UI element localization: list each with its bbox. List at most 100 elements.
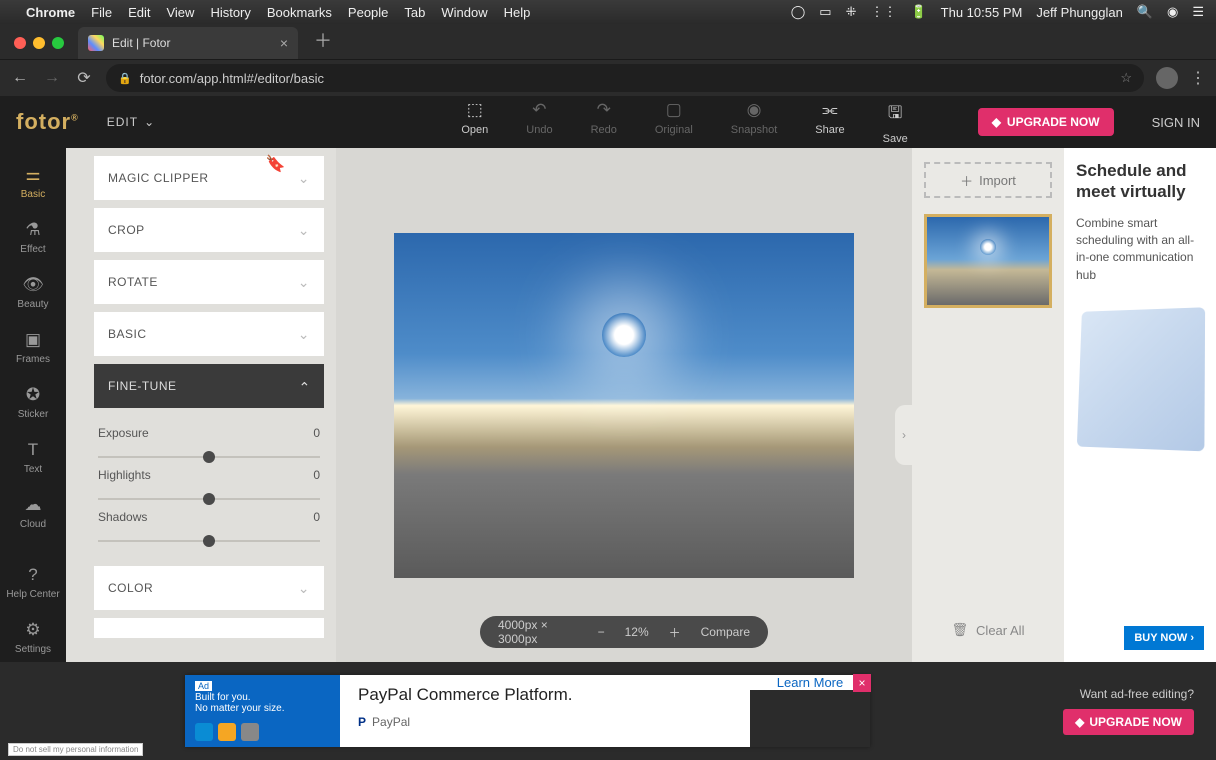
url-text: fotor.com/app.html#/editor/basic bbox=[140, 71, 324, 86]
slider-exposure[interactable] bbox=[98, 456, 320, 458]
expand-right-handle[interactable]: › bbox=[895, 405, 913, 465]
accordion-fine-tune[interactable]: FINE-TUNE⌄ bbox=[94, 364, 324, 408]
menu-bookmarks[interactable]: Bookmarks bbox=[267, 5, 332, 20]
accordion-basic[interactable]: BASIC⌄ bbox=[94, 312, 324, 356]
flask-icon: ⚗ bbox=[25, 220, 40, 240]
bookmark-icon[interactable]: ☆ bbox=[1120, 70, 1132, 86]
snapshot-icon: ◉ bbox=[747, 100, 762, 120]
slider-highlights[interactable] bbox=[98, 498, 320, 500]
eye-icon: 👁 bbox=[22, 275, 44, 295]
menu-window[interactable]: Window bbox=[441, 5, 487, 20]
adfree-question: Want ad-free editing? bbox=[1063, 687, 1194, 701]
siri-icon[interactable]: ◉ bbox=[1167, 4, 1178, 20]
rail-cloud[interactable]: ☁Cloud bbox=[0, 488, 66, 537]
do-not-sell-link[interactable]: Do not sell my personal information bbox=[8, 743, 143, 756]
footer-upgrade-button[interactable]: ◆UPGRADE NOW bbox=[1063, 709, 1194, 735]
clock[interactable]: Thu 10:55 PM bbox=[941, 5, 1023, 20]
menu-people[interactable]: People bbox=[348, 5, 388, 20]
original-button[interactable]: ▢Original bbox=[655, 100, 693, 145]
zoom-in-button[interactable]: ＋ bbox=[669, 624, 681, 641]
image-thumbnail[interactable] bbox=[924, 214, 1052, 308]
user-name[interactable]: Jeff Phungglan bbox=[1036, 5, 1123, 20]
close-window-button[interactable] bbox=[14, 37, 26, 49]
accordion-next[interactable] bbox=[94, 618, 324, 638]
open-button[interactable]: ⬚Open bbox=[461, 100, 488, 145]
rail-basic[interactable]: ⚌Basic bbox=[0, 158, 66, 207]
undo-button[interactable]: ↶Undo bbox=[526, 100, 552, 145]
fotor-logo[interactable]: fotor® bbox=[16, 109, 79, 135]
accordion-rotate[interactable]: ROTATE⌄ bbox=[94, 260, 324, 304]
profile-avatar[interactable] bbox=[1156, 67, 1178, 89]
menu-tab[interactable]: Tab bbox=[404, 5, 425, 20]
snapshot-button[interactable]: ◉Snapshot bbox=[731, 100, 777, 145]
accordion-label: COLOR bbox=[108, 581, 153, 595]
forward-button[interactable]: → bbox=[42, 69, 62, 87]
plus-icon: ＋ bbox=[960, 171, 973, 190]
new-tab-button[interactable]: ＋ bbox=[298, 27, 332, 59]
bluetooth-icon[interactable]: ⁜ bbox=[846, 4, 857, 20]
maximize-window-button[interactable] bbox=[52, 37, 64, 49]
battery-icon[interactable]: 🔋 bbox=[910, 4, 926, 20]
menu-file[interactable]: File bbox=[91, 5, 112, 20]
star-icon: ✪ bbox=[26, 385, 40, 405]
browser-tab[interactable]: Edit | Fotor × bbox=[78, 27, 298, 59]
tools-panel: MAGIC CLIPPER 🔖 ⌄ CROP⌄ ROTATE⌄ BASIC⌄ F… bbox=[66, 148, 336, 662]
tab-title: Edit | Fotor bbox=[112, 36, 170, 50]
ad-title: PayPal Commerce Platform. bbox=[358, 685, 732, 705]
minimize-window-button[interactable] bbox=[33, 37, 45, 49]
menu-history[interactable]: History bbox=[210, 5, 250, 20]
edit-dropdown[interactable]: EDIT⌄ bbox=[107, 115, 155, 129]
spotlight-icon[interactable]: 🔍 bbox=[1137, 4, 1153, 20]
cloud-icon[interactable]: ◯ bbox=[791, 4, 806, 20]
upgrade-button[interactable]: ◆UPGRADE NOW bbox=[978, 108, 1114, 136]
accordion-color[interactable]: COLOR⌄ bbox=[94, 566, 324, 610]
accordion-magic-clipper[interactable]: MAGIC CLIPPER 🔖 ⌄ bbox=[94, 156, 324, 200]
window-controls bbox=[0, 37, 78, 59]
ad-badge: Ad bbox=[195, 681, 212, 691]
menubar-app[interactable]: Chrome bbox=[26, 5, 75, 20]
chevron-up-icon: ⌄ bbox=[298, 378, 310, 395]
menu-view[interactable]: View bbox=[166, 5, 194, 20]
slider-thumb[interactable] bbox=[203, 493, 215, 505]
accordion-crop[interactable]: CROP⌄ bbox=[94, 208, 324, 252]
close-ad-button[interactable]: × bbox=[853, 674, 871, 692]
compare-button[interactable]: Compare bbox=[701, 625, 750, 639]
save-button[interactable]: 🖫Save bbox=[883, 100, 908, 145]
slider-shadows-row: Shadows0 bbox=[94, 500, 324, 542]
signin-link[interactable]: SIGN IN bbox=[1152, 115, 1200, 130]
menu-help[interactable]: Help bbox=[504, 5, 531, 20]
slider-thumb[interactable] bbox=[203, 535, 215, 547]
wifi-icon[interactable]: ⋮⋮ bbox=[870, 4, 896, 20]
footer-ad[interactable]: Ad Built for you. No matter your size. P… bbox=[185, 675, 870, 747]
learn-more-link[interactable]: Learn More bbox=[750, 675, 870, 690]
reload-button[interactable]: ⟳ bbox=[74, 68, 94, 88]
rail-settings[interactable]: ⚙Settings bbox=[0, 613, 66, 662]
photo-preview[interactable] bbox=[394, 233, 854, 578]
import-button[interactable]: ＋Import bbox=[924, 162, 1052, 198]
buy-now-button[interactable]: BUY NOW › bbox=[1124, 626, 1204, 650]
rail-text[interactable]: TText bbox=[0, 433, 66, 482]
rail-sticker[interactable]: ✪Sticker bbox=[0, 378, 66, 427]
back-button[interactable]: ← bbox=[10, 69, 30, 87]
menu-icon[interactable]: ☰ bbox=[1192, 4, 1204, 20]
airplay-icon[interactable]: ▭ bbox=[819, 4, 831, 20]
close-tab-icon[interactable]: × bbox=[280, 35, 288, 51]
gear-icon: ⚙ bbox=[25, 620, 40, 640]
menu-edit[interactable]: Edit bbox=[128, 5, 150, 20]
zoom-out-button[interactable]: − bbox=[598, 625, 605, 639]
rail-frames[interactable]: ▣Frames bbox=[0, 323, 66, 372]
address-bar[interactable]: 🔒 fotor.com/app.html#/editor/basic ☆ bbox=[106, 64, 1144, 92]
slider-shadows[interactable] bbox=[98, 540, 320, 542]
lock-icon: 🔒 bbox=[118, 72, 132, 85]
rail-help[interactable]: ?Help Center bbox=[0, 558, 66, 607]
header-tools: ⬚Open ↶Undo ↷Redo ▢Original ◉Snapshot ⫘S… bbox=[461, 100, 907, 145]
rail-effect[interactable]: ⚗Effect bbox=[0, 213, 66, 262]
clear-all-button[interactable]: 🗑Clear All bbox=[924, 612, 1052, 648]
slider-thumb[interactable] bbox=[203, 451, 215, 463]
rail-beauty[interactable]: 👁Beauty bbox=[0, 268, 66, 317]
share-icon: ⫘ bbox=[822, 100, 837, 120]
redo-button[interactable]: ↷Redo bbox=[591, 100, 617, 145]
share-button[interactable]: ⫘Share bbox=[815, 100, 844, 145]
browser-menu-icon[interactable]: ⋮ bbox=[1190, 68, 1206, 88]
paypal-icon: P bbox=[358, 715, 366, 729]
